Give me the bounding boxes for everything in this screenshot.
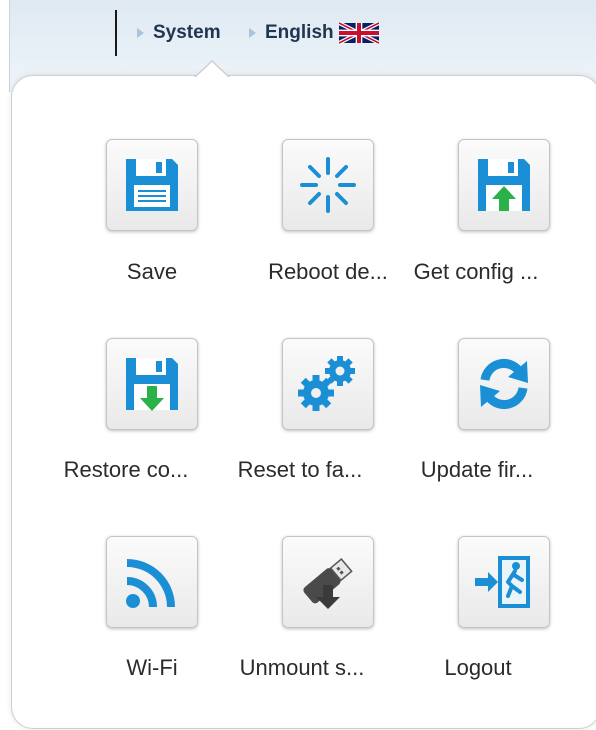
breadcrumb-system[interactable]: System bbox=[137, 21, 221, 45]
get-config-label: Get config ... bbox=[413, 259, 539, 284]
get-config-button[interactable] bbox=[458, 139, 550, 231]
wifi-button[interactable] bbox=[106, 536, 198, 628]
floppy-disk-icon bbox=[126, 159, 178, 211]
refresh-arrows-icon bbox=[480, 358, 528, 410]
unmount-storage-label: Unmount s... bbox=[239, 655, 365, 680]
reboot-device-button[interactable] bbox=[282, 139, 374, 231]
breadcrumb-language[interactable]: English bbox=[249, 21, 379, 45]
breadcrumb-language-label: English bbox=[265, 22, 334, 43]
logout-button[interactable] bbox=[458, 536, 550, 628]
save-label: Save bbox=[126, 259, 178, 284]
gears-icon bbox=[298, 356, 355, 411]
floppy-download-icon bbox=[126, 358, 178, 411]
wifi-icon bbox=[126, 559, 175, 608]
floppy-upload-icon bbox=[478, 159, 530, 211]
panel-pointer-fill bbox=[195, 62, 229, 78]
restore-config-button[interactable] bbox=[106, 338, 198, 430]
unmount-storage-button[interactable] bbox=[282, 536, 374, 628]
uk-flag-icon bbox=[338, 22, 379, 44]
usb-stick-icon bbox=[303, 557, 353, 609]
breadcrumb-arrow-icon bbox=[249, 28, 256, 38]
update-firmware-button[interactable] bbox=[458, 338, 550, 430]
breadcrumb-divider bbox=[115, 10, 117, 56]
reset-to-factory-label: Reset to fa... bbox=[237, 457, 363, 482]
logout-label: Logout bbox=[444, 655, 512, 680]
save-button[interactable] bbox=[106, 139, 198, 231]
exit-icon bbox=[475, 556, 530, 608]
breadcrumb-arrow-icon bbox=[137, 28, 144, 38]
reboot-spinner-icon bbox=[300, 157, 356, 213]
breadcrumb-system-label: System bbox=[153, 22, 221, 43]
restore-config-label: Restore co... bbox=[63, 457, 189, 482]
update-firmware-label: Update fir... bbox=[420, 457, 534, 482]
reset-to-factory-button[interactable] bbox=[282, 338, 374, 430]
